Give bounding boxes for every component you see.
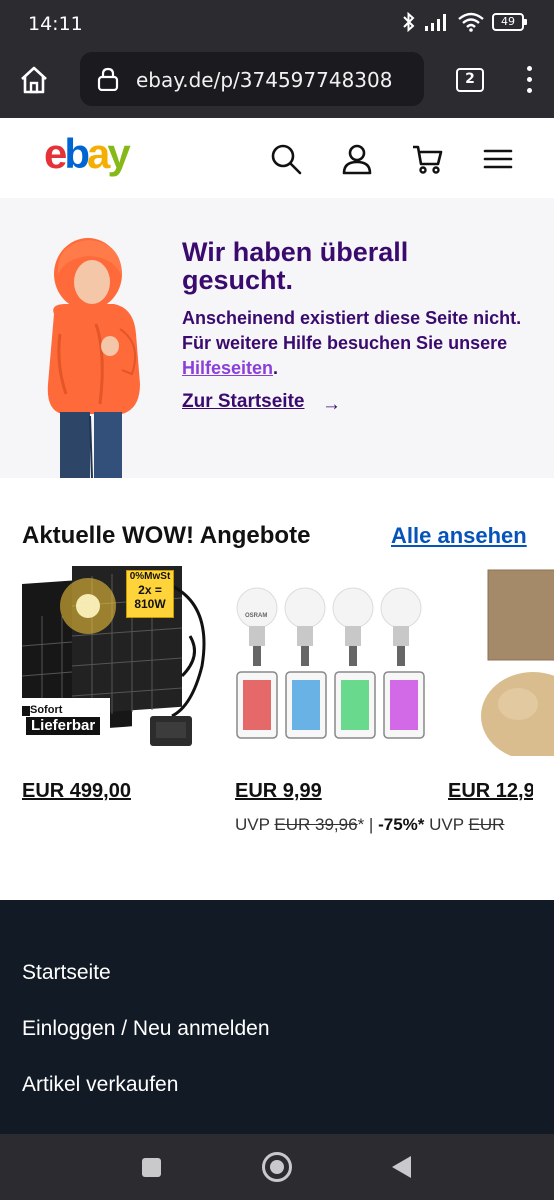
url-bar[interactable]: ebay.de/p/374597748308 (80, 52, 424, 106)
user-icon[interactable] (340, 142, 374, 176)
footer-link-login[interactable]: Einloggen / Neu anmelden (22, 1017, 270, 1041)
help-pages-link[interactable]: Hilfeseiten (182, 358, 273, 378)
deals-section-title: Aktuelle WOW! Angebote (22, 522, 311, 549)
deal-card-solar[interactable]: 0%MwSt 2x = 810W Sofort Lieferbar (22, 566, 212, 756)
tab-switcher-button[interactable]: 2 (456, 68, 484, 92)
status-icons: 49 (402, 12, 527, 32)
child-illustration (47, 238, 140, 478)
more-menu-icon[interactable] (522, 66, 536, 96)
deal-card-lamp[interactable] (448, 566, 554, 756)
error-title: Wir haben überall gesucht. (182, 237, 409, 295)
cart-icon[interactable] (411, 142, 445, 176)
site-header: ebay (0, 118, 554, 198)
brand-label: OSRAM (245, 613, 268, 619)
footer-link-sell[interactable]: Artikel verkaufen (22, 1073, 178, 1097)
status-bar: 14:11 49 (0, 0, 554, 48)
url-text: ebay.de/p/374597748308 (136, 68, 393, 92)
recent-apps-icon[interactable] (142, 1158, 161, 1177)
bluetooth-icon (403, 12, 415, 32)
deal-card-bulbs[interactable]: OSRAM (235, 566, 425, 756)
back-icon[interactable] (392, 1156, 411, 1178)
error-message: Anscheinend existiert diese Seite nicht.… (182, 308, 522, 378)
bulbs-illustration (236, 587, 425, 739)
deal-price[interactable]: EUR 12,9 (448, 780, 533, 803)
ebay-logo[interactable]: ebay (44, 130, 131, 178)
deal-price[interactable]: EUR 499,00 (22, 780, 131, 803)
battery-icon: 49 (492, 13, 527, 31)
footer-link-home[interactable]: Startseite (22, 961, 111, 985)
system-nav-bar (0, 1134, 554, 1200)
hamburger-menu-icon[interactable] (481, 142, 515, 176)
discount-badge: -75%* (378, 815, 425, 834)
homepage-link[interactable]: Zur Startseite (182, 391, 304, 413)
lamp-product-image (448, 566, 554, 756)
bulbs-product-image: OSRAM (235, 566, 425, 756)
signal-icon (425, 14, 446, 31)
error-hero: Wir haben überall gesucht. Anscheinend e… (0, 198, 554, 478)
home-icon[interactable] (18, 64, 50, 96)
solar-product-image: 0%MwSt 2x = 810W Sofort Lieferbar (22, 566, 212, 756)
delivery-badge: Sofort Lieferbar (24, 702, 110, 736)
site-footer: Startseite Einloggen / Neu anmelden Arti… (0, 900, 554, 1134)
home-nav-icon[interactable] (262, 1152, 292, 1182)
status-time: 14:11 (28, 13, 83, 35)
wifi-icon (458, 12, 484, 32)
see-all-link[interactable]: Alle ansehen (391, 523, 527, 549)
browser-toolbar: ebay.de/p/374597748308 2 (0, 48, 554, 118)
lock-icon (97, 67, 119, 91)
lamp-illustration (481, 569, 554, 756)
power-badge: 0%MwSt 2x = 810W (126, 570, 174, 618)
deal-price[interactable]: EUR 9,99 (235, 780, 322, 803)
search-icon[interactable] (269, 142, 303, 176)
deal-uvp: UVP EUR 39,96* | -75%* UVP EUR (235, 815, 505, 834)
arrow-right-icon: → (322, 394, 341, 415)
